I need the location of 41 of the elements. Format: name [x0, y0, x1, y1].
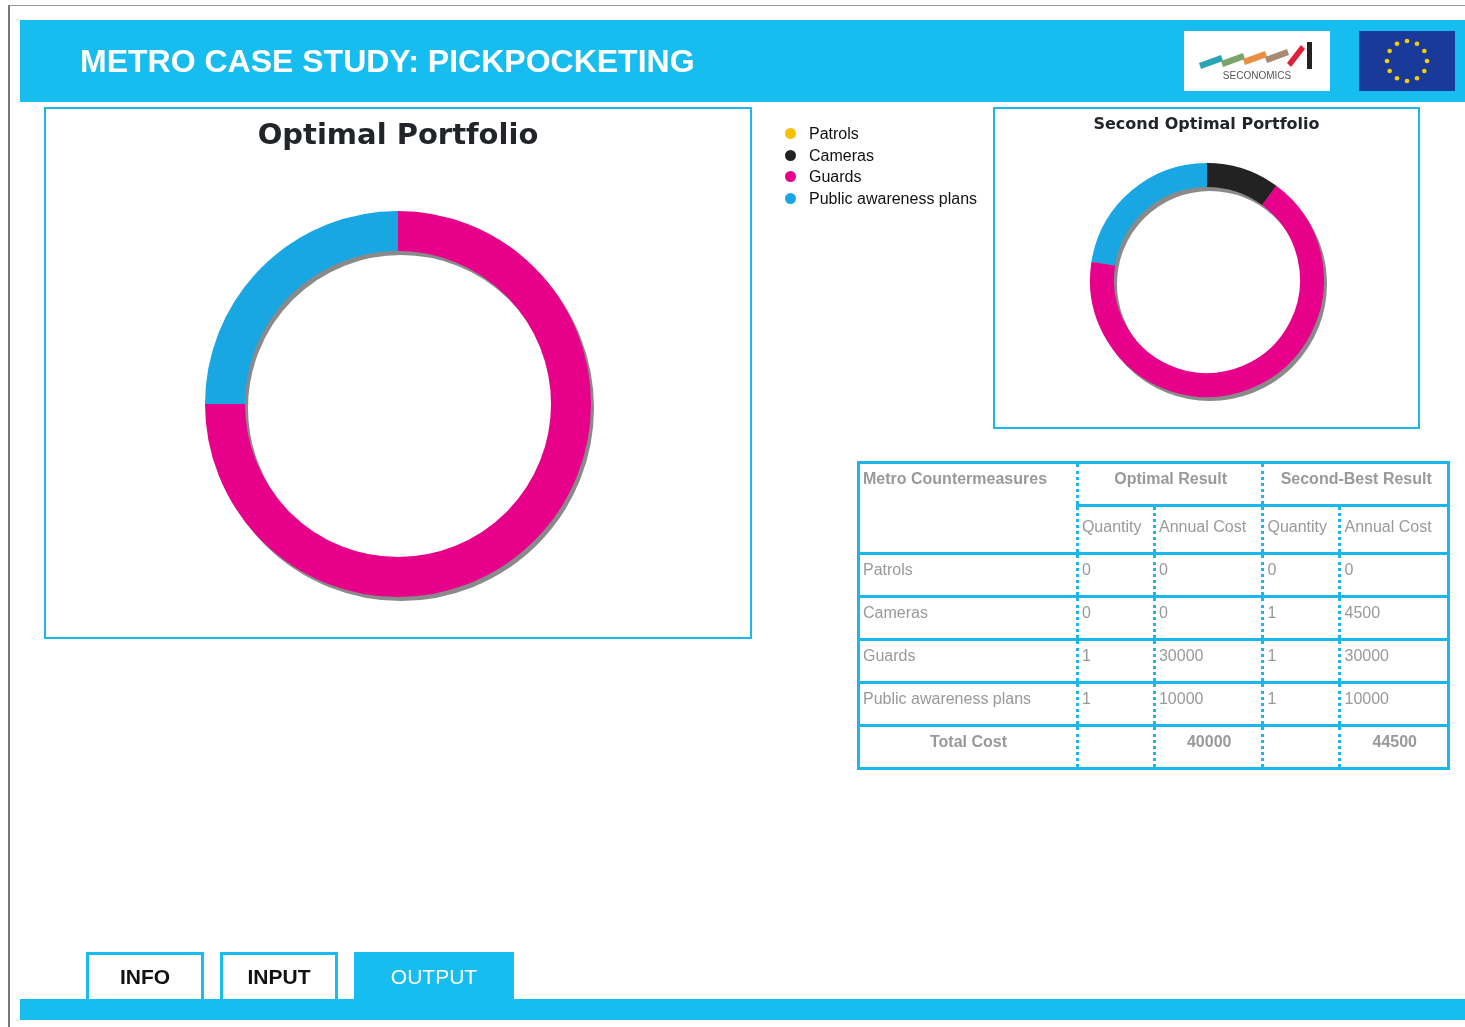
tab[interactable]: INPUT	[220, 952, 338, 999]
table-cell: 1	[1262, 682, 1340, 726]
table-cell: 1	[1262, 639, 1340, 683]
table-cell: 0	[1340, 553, 1449, 597]
table-cell: 30000	[1340, 639, 1449, 683]
table-cell: 30000	[1154, 639, 1263, 683]
legend-label: Public awareness plans	[809, 188, 978, 209]
column-header: Annual Cost	[1340, 505, 1449, 554]
total-label: Total Cost	[858, 725, 1078, 769]
chart-title: Second Optimal Portfolio	[1093, 113, 1320, 135]
total-value: 44500	[1340, 725, 1449, 769]
flag-icon	[1359, 31, 1455, 91]
table-cell: 0	[1154, 596, 1263, 640]
table-cell: 10000	[1154, 682, 1263, 726]
table-cell: Public awareness plans	[858, 682, 1078, 726]
legend-label: Guards	[809, 167, 862, 187]
column-header: Optimal Result	[1077, 462, 1263, 506]
table-cell: 1	[1077, 682, 1155, 726]
chart-title: Optimal Portfolio	[257, 116, 539, 153]
legend-label: Patrols	[809, 124, 859, 144]
column-header: Annual Cost	[1154, 505, 1263, 554]
logo-text: SECONOMICS	[1222, 71, 1292, 81]
total-value: 40000	[1154, 725, 1263, 769]
page-title: METRO CASE STUDY: PICKPOCKETING	[80, 42, 696, 81]
table-cell: 0	[1154, 553, 1263, 597]
table-cell: 1	[1262, 596, 1340, 640]
tab[interactable]: INFO	[86, 952, 204, 999]
column-header: Quantity	[1077, 505, 1155, 554]
table-cell: 4500	[1340, 596, 1449, 640]
table-cell: Cameras	[858, 596, 1078, 640]
table-cell: 1	[1077, 639, 1155, 683]
column-header: Metro Countermeasures	[858, 462, 1078, 554]
table-cell: Guards	[858, 639, 1078, 683]
legend-label: Cameras	[809, 145, 874, 166]
column-header: Quantity	[1262, 505, 1340, 554]
table-cell: Patrols	[858, 553, 1078, 597]
table-cell: 0	[1077, 596, 1155, 640]
column-header: Second-Best Result	[1262, 462, 1449, 506]
table-cell: 0	[1077, 553, 1155, 597]
table-cell: 0	[1262, 553, 1340, 597]
table-cell: 10000	[1340, 682, 1449, 726]
